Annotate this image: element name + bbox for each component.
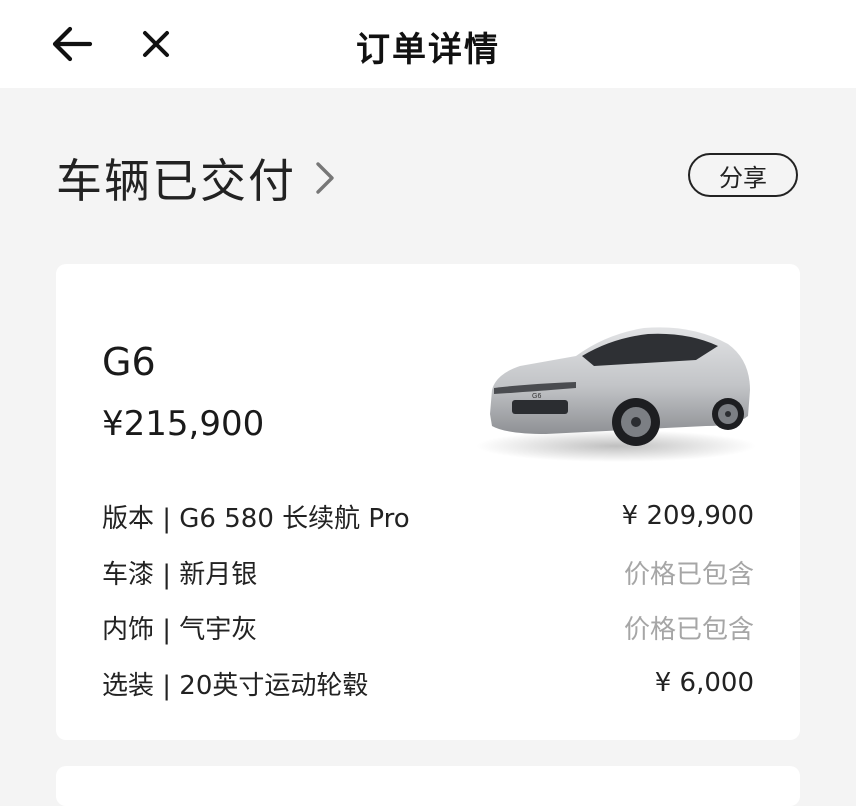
page-title: 订单详情: [356, 30, 500, 70]
vehicle-model: G6: [102, 340, 156, 384]
order-item-option: 选装 | 20英寸运动轮毂 ¥ 6,000: [102, 663, 754, 703]
total-price: ¥215,900: [102, 404, 265, 444]
svg-text:G6: G6: [532, 393, 541, 400]
order-card: G6 ¥215,900 G6 版本 | G6 580 长续航 Pro ¥ 209…: [56, 264, 800, 740]
delivery-status-link[interactable]: 车辆已交付: [56, 148, 336, 208]
item-value: ¥ 209,900: [621, 501, 754, 531]
order-item-version: 版本 | G6 580 长续航 Pro ¥ 209,900: [102, 496, 754, 536]
item-label: 选装 | 20英寸运动轮毂: [102, 670, 369, 701]
item-value: 价格已包含: [623, 559, 754, 590]
item-value: ¥ 6,000: [654, 668, 754, 698]
order-item-interior: 内饰 | 气宇灰 价格已包含: [102, 607, 754, 647]
car-image: G6: [476, 327, 756, 462]
item-label: 车漆 | 新月银: [102, 559, 258, 590]
top-nav-bar: 订单详情: [0, 0, 856, 88]
item-value: 价格已包含: [623, 614, 754, 645]
order-item-paint: 车漆 | 新月银 价格已包含: [102, 552, 754, 592]
chevron-right-icon: [316, 162, 334, 194]
delivery-status-text: 车辆已交付: [56, 154, 296, 208]
next-card: [56, 766, 800, 806]
share-button[interactable]: 分享: [688, 153, 798, 197]
item-label: 内饰 | 气宇灰: [102, 614, 258, 645]
item-label: 版本 | G6 580 长续航 Pro: [102, 503, 410, 534]
